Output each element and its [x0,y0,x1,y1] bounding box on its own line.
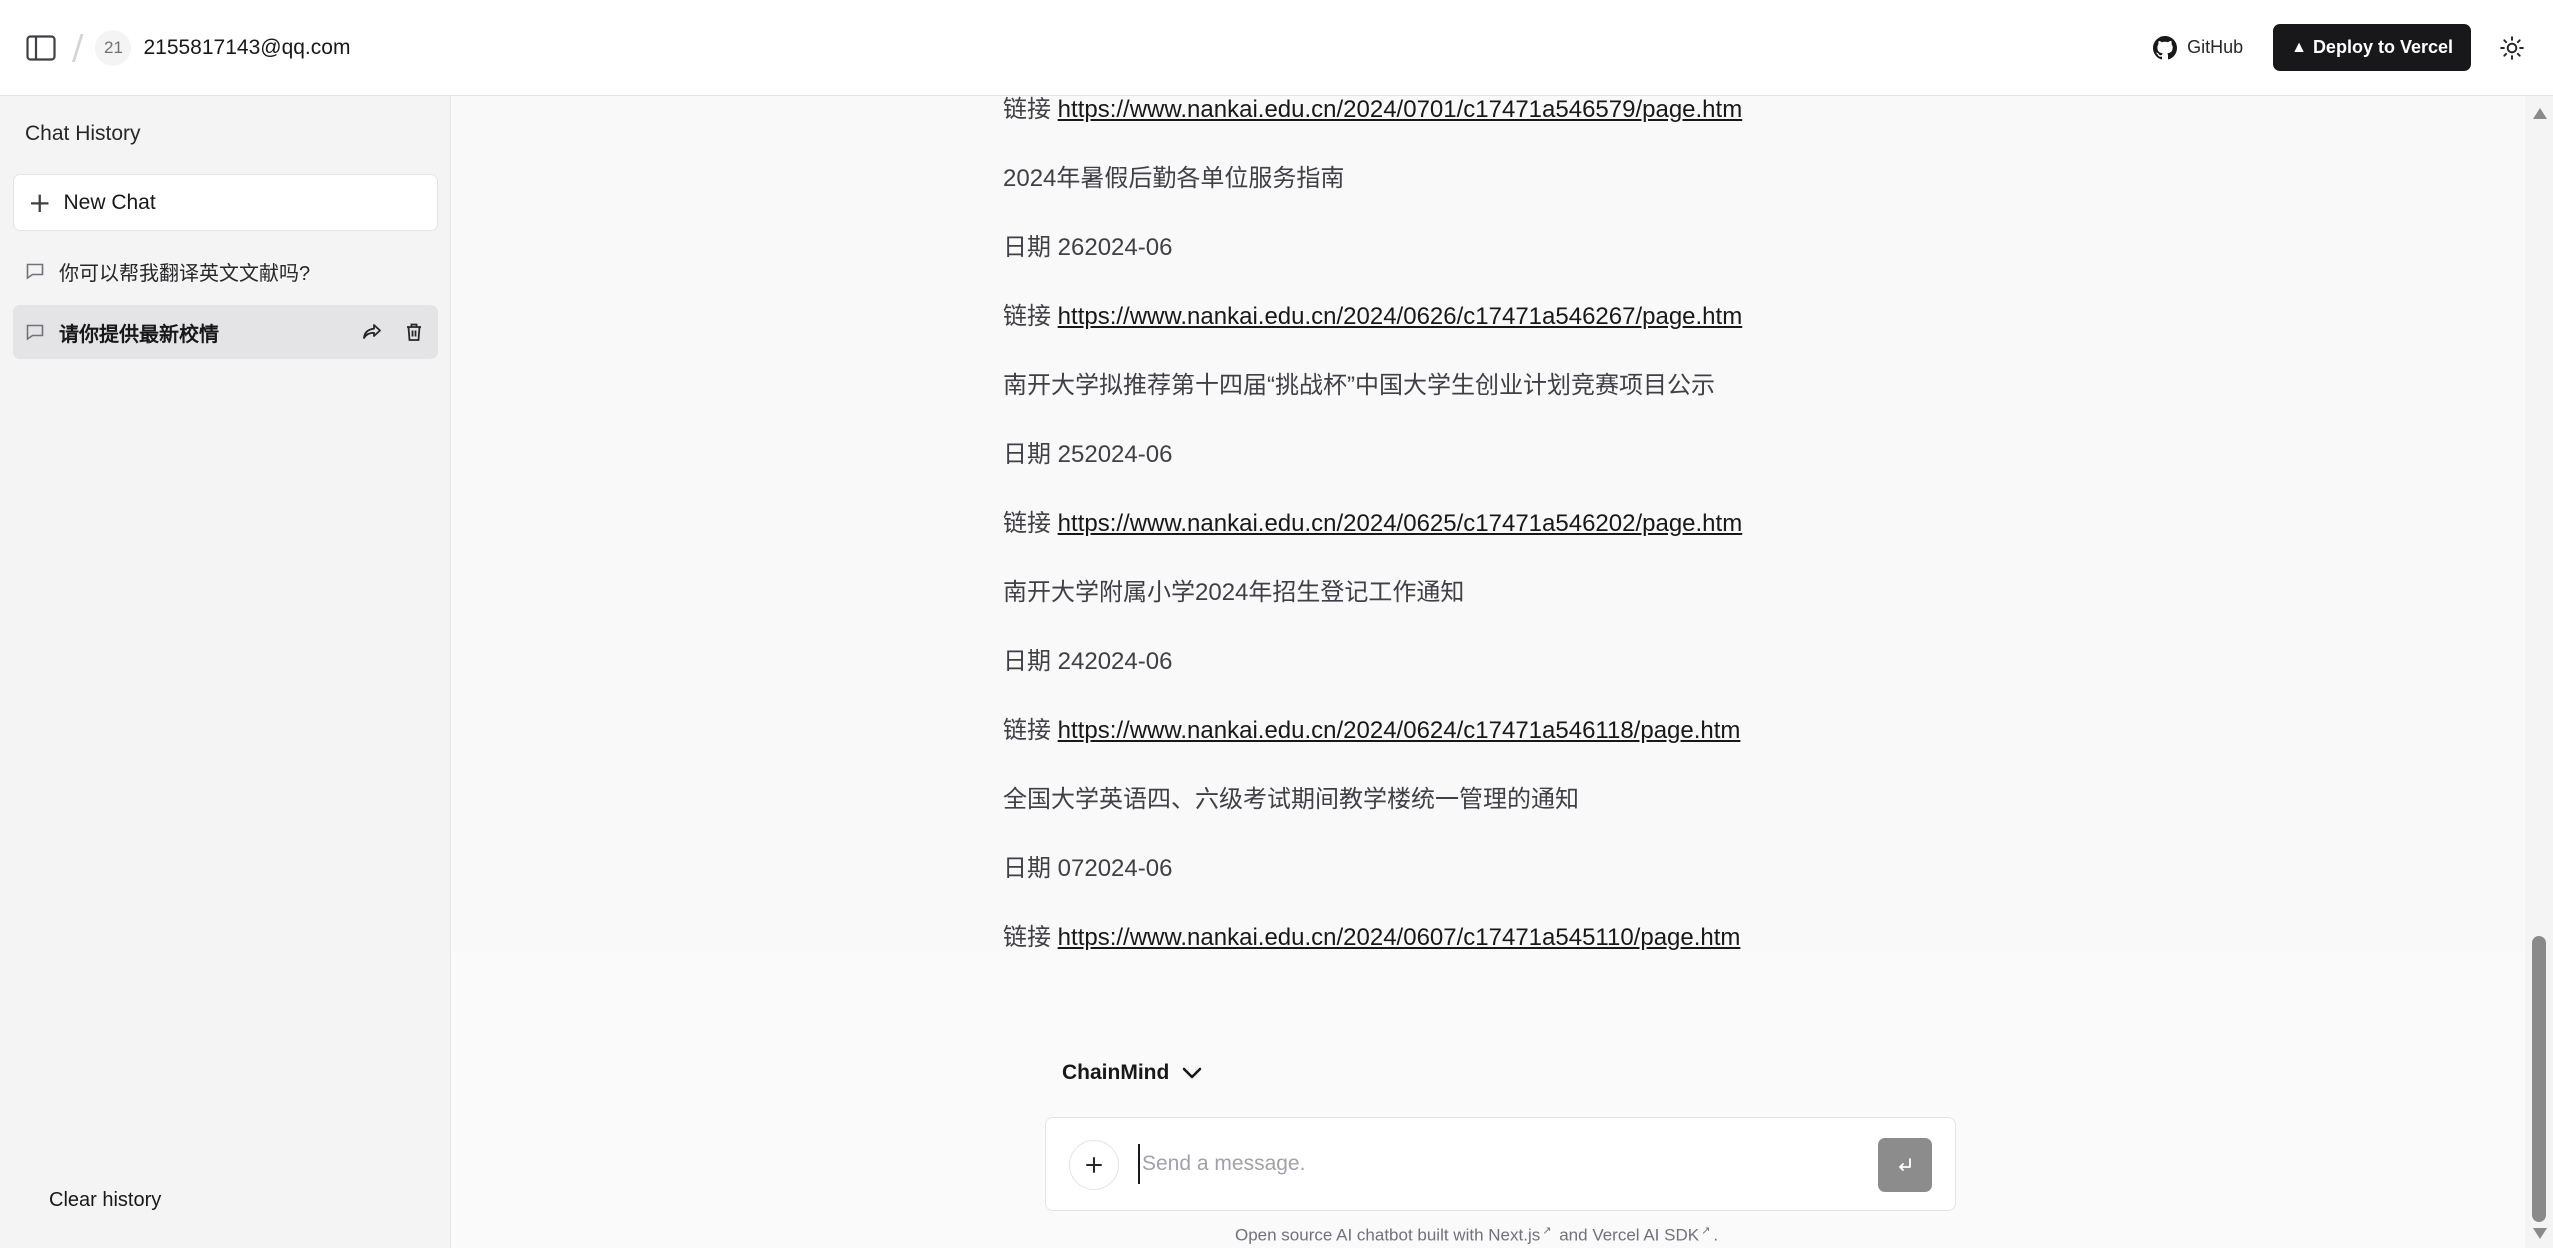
chat-item-campus-news[interactable]: 请你提供最新校情 [13,305,438,359]
model-name: ChainMind [1062,1061,1170,1084]
header-actions: GitHub ▲ Deploy to Vercel [2153,24,2529,71]
footer-text: Open source AI chatbot built with [1235,1225,1484,1245]
enter-icon [1899,1158,1911,1171]
news-link[interactable]: https://www.nankai.edu.cn/2024/0626/c174… [1058,303,1743,330]
news-link[interactable]: https://www.nankai.edu.cn/2024/0625/c174… [1058,510,1743,537]
plus-icon: + [28,185,52,219]
new-chat-button[interactable]: + New Chat [13,174,438,231]
message-line-date: 日期 072024-06 [1003,855,1173,882]
chat-title: 你可以帮我翻译英文文献吗? [59,262,311,285]
message-line-title: 全国大学英语四、六级考试期间教学楼统一管理的通知 [1003,786,1579,813]
trash-icon[interactable] [402,320,426,344]
scroll-up-arrow[interactable] [2533,108,2547,119]
scrollbar[interactable] [2525,96,2553,1248]
breadcrumb-separator: / [72,27,84,68]
scrollbar-thumb[interactable] [2532,936,2546,1222]
model-selector[interactable]: ChainMind [1062,1061,1203,1085]
github-label: GitHub [2187,37,2244,57]
message-input[interactable] [1138,1144,1838,1184]
chat-item-translate[interactable]: 你可以帮我翻译英文文献吗? [13,244,438,298]
chat-main: 链接 https://www.nankai.edu.cn/2024/0701/c… [452,96,2525,1248]
avatar[interactable]: 21 [95,29,132,66]
sidebar-toggle-icon[interactable] [24,31,58,65]
message-line-link: 链接 https://www.nankai.edu.cn/2024/0624/c… [1003,717,1741,744]
message-line-date: 日期 262024-06 [1003,234,1173,261]
message-line-title: 南开大学附属小学2024年招生登记工作通知 [1003,579,1465,606]
news-link[interactable]: https://www.nankai.edu.cn/2024/0701/c174… [1058,96,1743,123]
chevron-down-icon [1183,1067,1202,1079]
user-email[interactable]: 2155817143@qq.com [143,36,350,60]
chat-title: 请你提供最新校情 [59,323,219,346]
message-line-link: 链接 https://www.nankai.edu.cn/2024/0626/c… [1003,303,1743,330]
message-line-link: 链接 https://www.nankai.edu.cn/2024/0701/c… [1003,96,1743,123]
new-chat-label: New Chat [63,190,156,214]
send-button[interactable] [1878,1138,1932,1192]
message-icon [25,261,45,281]
message-icon [25,322,45,342]
github-icon [2153,35,2178,59]
message-line-link: 链接 https://www.nankai.edu.cn/2024/0625/c… [1003,510,1743,537]
external-link-icon: ↗ [1542,1225,1552,1237]
deploy-to-vercel-button[interactable]: ▲ Deploy to Vercel [2273,24,2471,71]
footer-text: . [1713,1225,1719,1245]
message-area: 链接 https://www.nankai.edu.cn/2024/0701/c… [452,96,2525,951]
sidebar-title: Chat History [25,122,141,145]
chat-history-sidebar: Chat History + New Chat 你可以帮我翻译英文文献吗? 请你… [0,96,451,1248]
deploy-label: Deploy to Vercel [2312,37,2453,57]
footer-note: Open source AI chatbot built with Next.j… [1235,1224,1718,1246]
scroll-down-arrow[interactable] [2533,1228,2547,1239]
top-header: / 21 2155817143@qq.com GitHub ▲ Deploy t… [0,0,2553,96]
attach-button[interactable] [1069,1140,1119,1190]
sun-icon[interactable] [2495,31,2529,65]
external-link-icon: ↗ [1701,1225,1711,1237]
message-line-date: 日期 242024-06 [1003,648,1173,675]
message-line-date: 日期 252024-06 [1003,441,1173,468]
news-link[interactable]: https://www.nankai.edu.cn/2024/0624/c174… [1058,717,1741,744]
github-link[interactable]: GitHub [2153,35,2244,60]
footer-text: and [1559,1225,1588,1245]
plus-icon [1086,1157,1102,1173]
nextjs-link[interactable]: Next.js [1488,1226,1540,1245]
message-line-link: 链接 https://www.nankai.edu.cn/2024/0607/c… [1003,924,1741,951]
chat-actions [342,320,426,344]
share-icon[interactable] [360,320,384,344]
clear-history-button[interactable]: Clear history [49,1189,161,1212]
vercel-triangle-icon: ▲ [2291,38,2307,56]
message-line-title: 南开大学拟推荐第十四届“挑战杯”中国大学生创业计划竞赛项目公示 [1003,372,1715,399]
vercel-ai-sdk-link[interactable]: Vercel AI SDK [1592,1226,1699,1245]
message-composer [1045,1117,1956,1211]
news-link[interactable]: https://www.nankai.edu.cn/2024/0607/c174… [1058,924,1741,951]
message-line-title: 2024年暑假后勤各单位服务指南 [1003,165,1345,192]
